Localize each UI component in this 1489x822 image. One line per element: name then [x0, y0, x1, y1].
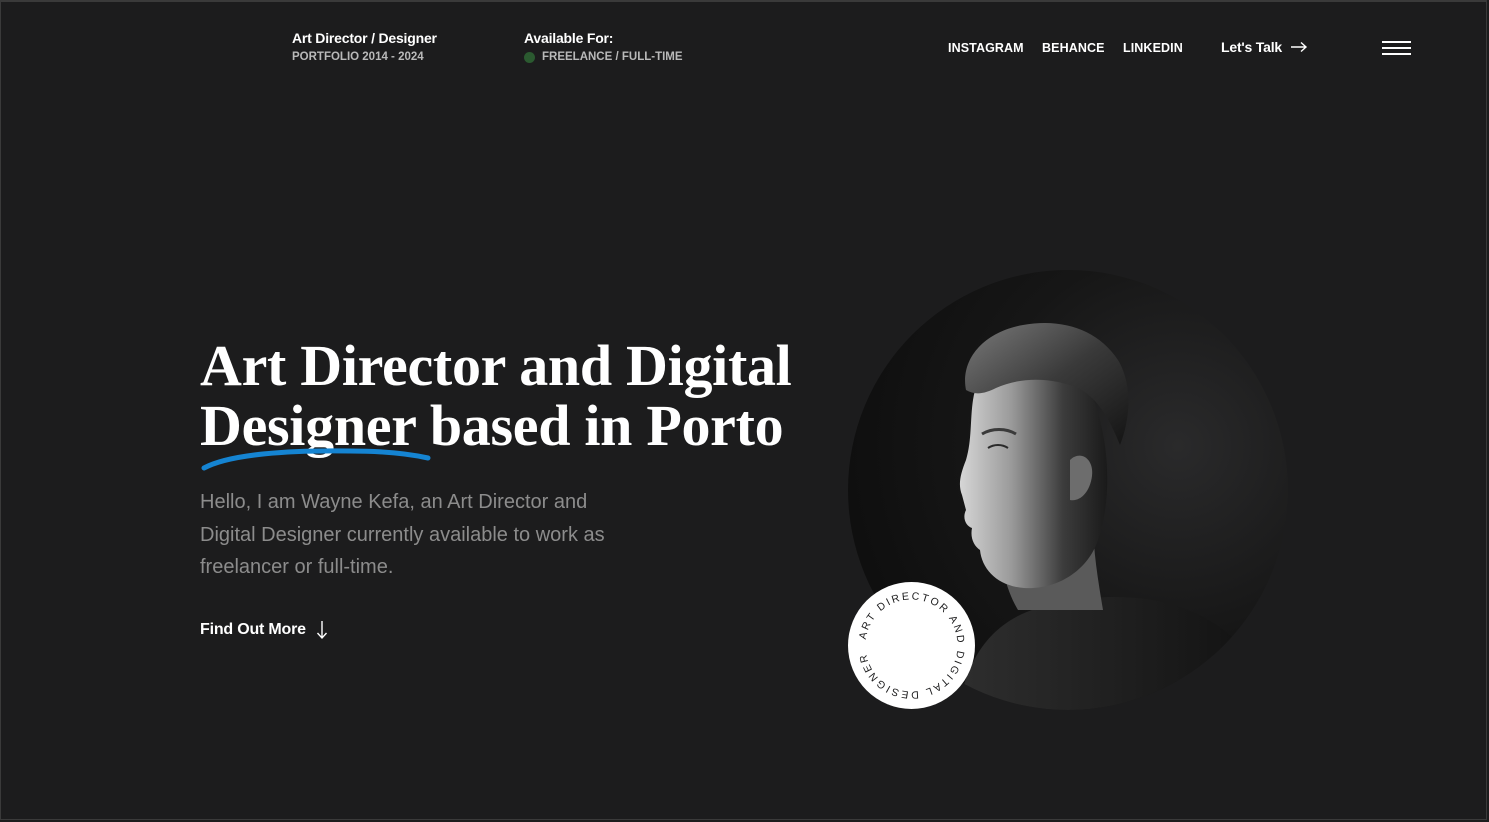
hero-intro: Hello, I am Wayne Kefa, an Art Director … [200, 491, 605, 578]
hero-title-rest: based in Porto [415, 393, 784, 458]
hero-title: Art Director and Digital Designer based … [200, 336, 792, 456]
nav-link-behance[interactable]: BEHANCE [1042, 41, 1105, 55]
arrow-right-icon [1290, 41, 1308, 53]
brand-block[interactable]: Art Director / Designer PORTFOLIO 2014 -… [292, 30, 437, 64]
circular-badge: ART DIRECTOR AND DIGITAL DESIGNER [848, 582, 975, 709]
svg-text:ART DIRECTOR AND DIGITAL DESIG: ART DIRECTOR AND DIGITAL DESIGNER [857, 590, 967, 700]
brand-role: Art Director / Designer [292, 30, 437, 46]
availability-status: FREELANCE / FULL-TIME [524, 50, 683, 64]
brush-underline [201, 448, 431, 471]
badge-circular-text: ART DIRECTOR AND DIGITAL DESIGNER [857, 590, 967, 700]
brand-portfolio-years: PORTFOLIO 2014 - 2024 [292, 51, 424, 63]
status-dot-icon [524, 51, 535, 63]
find-out-more-button[interactable]: Find Out More [200, 620, 328, 640]
nav-link-instagram[interactable]: INSTAGRAM [948, 41, 1024, 55]
lets-talk-button[interactable]: Let's Talk [1221, 39, 1308, 55]
availability-block: Available For: FREELANCE / FULL-TIME [524, 30, 683, 64]
availability-value: FREELANCE / FULL-TIME [542, 51, 683, 63]
nav-link-linkedin[interactable]: LINKEDIN [1123, 41, 1183, 55]
availability-label: Available For: [524, 30, 614, 46]
lets-talk-label: Let's Talk [1221, 39, 1282, 55]
find-out-more-label: Find Out More [200, 621, 306, 638]
hamburger-menu-icon[interactable] [1380, 40, 1412, 56]
hero-title-line-1: Art Director and Digital [200, 333, 792, 398]
arrow-down-icon [316, 621, 327, 640]
